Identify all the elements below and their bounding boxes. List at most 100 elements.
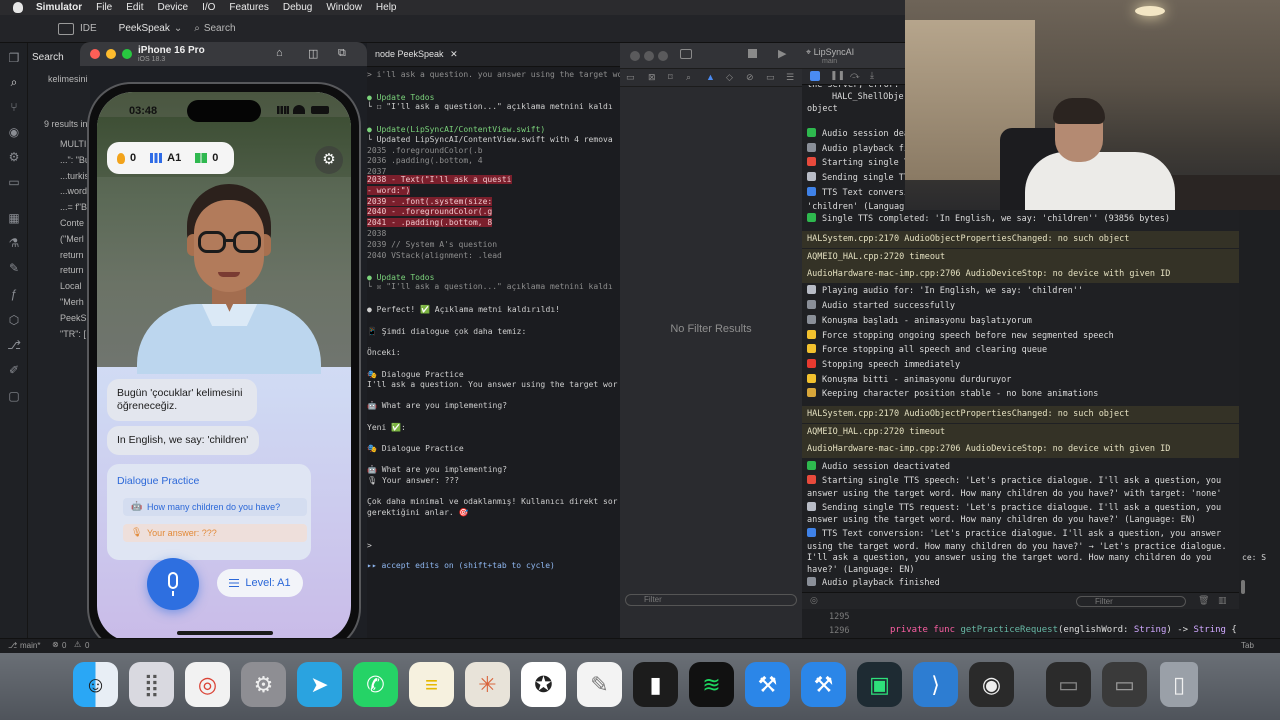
trash-icon[interactable]: 🗑 (1198, 595, 1209, 606)
menu-device[interactable]: Device (157, 2, 188, 13)
finder-icon[interactable]: ☺ (73, 662, 118, 707)
branch-icon[interactable]: ⎇ (7, 338, 21, 352)
extensions-icon[interactable]: ▦ (7, 211, 21, 225)
gear-icon[interactable]: ⚙ (315, 146, 343, 174)
vscode-icon[interactable]: ⟩ (913, 662, 958, 707)
system-settings-icon[interactable]: ⚙ (241, 662, 286, 707)
list-item[interactable]: ...= f"B (60, 202, 87, 212)
branch-icon[interactable]: ⎇ (8, 641, 17, 650)
source-icon[interactable]: ⊠ (648, 72, 656, 83)
screen-icon[interactable]: ▭ (7, 175, 21, 189)
spotify-icon[interactable]: ≋ (689, 662, 734, 707)
launchpad-icon[interactable]: ⣿ (129, 662, 174, 707)
code-line[interactable]: private func getPracticeRequest(englishW… (890, 625, 1237, 635)
list-item[interactable]: "TR": [ (60, 329, 86, 339)
close-icon[interactable] (630, 51, 640, 61)
menu-file[interactable]: File (96, 2, 112, 13)
tab-size[interactable]: Tab (1241, 641, 1254, 650)
step-over-icon[interactable]: ⤼ (850, 70, 860, 81)
chevron-down-icon[interactable]: ⌄ (174, 23, 182, 34)
list-item[interactable]: ...turkis (60, 171, 89, 181)
package-icon[interactable]: ⬡ (7, 313, 21, 327)
list-item[interactable]: return (60, 250, 84, 260)
obs-icon[interactable]: ◉ (969, 662, 1014, 707)
list-item[interactable]: MULTI (60, 139, 86, 149)
home-indicator[interactable] (177, 631, 273, 635)
branch-status[interactable]: main* (20, 641, 40, 650)
chatgpt-icon[interactable]: ✪ (521, 662, 566, 707)
close-icon[interactable] (90, 49, 100, 59)
step-in-icon[interactable]: ⤓ (870, 70, 874, 81)
tools-icon[interactable]: ✎ (7, 261, 21, 275)
menu-features[interactable]: Features (229, 2, 268, 13)
menu-window[interactable]: Window (326, 2, 362, 13)
gear-icon[interactable]: ⚙ (7, 150, 21, 164)
list-item[interactable]: Conte (60, 218, 84, 228)
search-icon[interactable]: ⌕ (7, 75, 21, 89)
claude-icon[interactable]: ✳ (465, 662, 510, 707)
terminal-output[interactable]: > i'll ask a question. you answer using … (367, 67, 620, 638)
list-item[interactable]: "Merh (60, 297, 84, 307)
stop-icon[interactable] (748, 49, 757, 58)
list-item[interactable]: Local (60, 281, 82, 291)
window-icon[interactable]: ▢ (7, 389, 21, 403)
run-icon[interactable]: ▶ (778, 47, 786, 60)
minimize-icon[interactable] (644, 51, 654, 61)
console-filter[interactable]: Filter (1076, 596, 1186, 607)
list-item[interactable]: ...word (60, 186, 87, 196)
warning-count[interactable]: 0 (85, 641, 89, 650)
bookmark-icon[interactable]: ⌑ (668, 72, 673, 83)
window-thumb-icon-2[interactable]: ▭ (1102, 662, 1147, 707)
breakpoint-icon[interactable]: ▭ (766, 72, 775, 83)
xcode-beta-icon[interactable]: ⚒ (801, 662, 846, 707)
list-item[interactable]: PeekS (60, 313, 87, 323)
mic-button[interactable] (147, 558, 199, 610)
sidebar-icon[interactable] (680, 49, 692, 59)
telegram-icon[interactable]: ➤ (297, 662, 342, 707)
chrome-icon[interactable]: ◎ (185, 662, 230, 707)
folder-icon[interactable]: ▭ (626, 72, 635, 83)
pause-icon[interactable]: ❚❚ (830, 70, 845, 81)
screenshot-icon[interactable]: ◫ (308, 47, 318, 60)
list-item[interactable]: ...": "Bu (60, 155, 90, 165)
home-icon[interactable]: ⌂ (276, 47, 283, 59)
scheme-selector[interactable]: ⌖ LipSyncAI (806, 47, 854, 58)
test-icon[interactable]: ◇ (726, 72, 733, 83)
scrollbar[interactable] (1241, 580, 1245, 594)
close-icon[interactable]: ✕ (450, 49, 458, 59)
report-icon[interactable]: ☰ (786, 72, 794, 83)
xcode-icon[interactable]: ⚒ (745, 662, 790, 707)
flask-icon[interactable]: ⚗ (7, 236, 21, 250)
code-editor[interactable]: 1295 1296 private func getPracticeReques… (802, 609, 1280, 638)
zoom-icon[interactable] (122, 49, 132, 59)
breakpoints-icon[interactable] (810, 71, 820, 81)
debug-icon[interactable]: ⊘ (746, 72, 754, 83)
paint-icon[interactable]: ✐ (7, 363, 21, 377)
terminal-tab[interactable]: node PeekSpeak ✕ (375, 49, 458, 60)
files-icon[interactable]: ❐ (7, 51, 21, 65)
minimize-icon[interactable] (106, 49, 116, 59)
whatsapp-icon[interactable]: ✆ (353, 662, 398, 707)
source-control-icon[interactable]: ⑂ (7, 100, 21, 114)
eye-icon[interactable]: ◉ (7, 125, 21, 139)
textedit-icon[interactable]: ✎ (577, 662, 622, 707)
split-icon[interactable]: ▥ (1218, 595, 1227, 606)
error-count[interactable]: 0 (62, 641, 66, 650)
menu-debug[interactable]: Debug (283, 2, 312, 13)
search-query[interactable]: kelimesini öğreneceğiz (48, 74, 90, 84)
list-item[interactable]: ("Merl (60, 234, 84, 244)
notes-icon[interactable]: ≡ (409, 662, 454, 707)
level-button[interactable]: Level: A1 (217, 569, 303, 597)
list-item[interactable]: return (60, 265, 84, 275)
app-icon[interactable]: ▣ (857, 662, 902, 707)
function-icon[interactable]: ƒ (7, 287, 21, 301)
trash-icon[interactable]: ▯ (1160, 662, 1198, 707)
apple-icon[interactable] (13, 2, 23, 13)
layout-icon[interactable] (58, 22, 74, 35)
rotate-icon[interactable]: ⧉ (338, 47, 346, 60)
window-thumb-icon[interactable]: ▭ (1046, 662, 1091, 707)
menu-edit[interactable]: Edit (126, 2, 143, 13)
warning-icon[interactable]: ▲ (706, 72, 715, 82)
menu-app-simulator[interactable]: Simulator (36, 2, 82, 13)
menu-io[interactable]: I/O (202, 2, 215, 13)
